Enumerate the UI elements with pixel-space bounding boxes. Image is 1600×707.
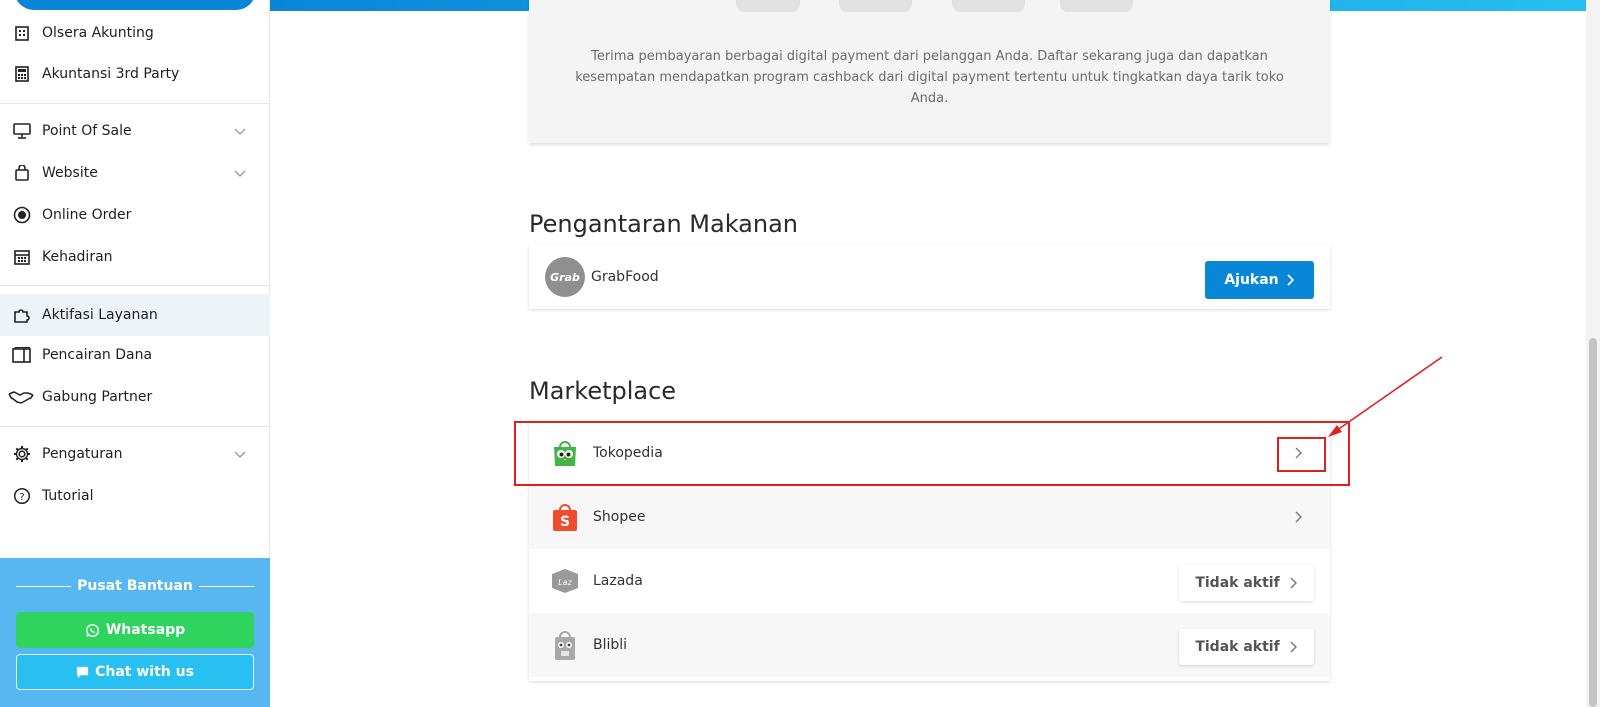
puzzle-icon bbox=[12, 305, 32, 325]
sidebar-item-label: Akuntansi 3rd Party bbox=[42, 66, 180, 82]
marketplace-row-shopee[interactable]: S Shopee bbox=[529, 485, 1330, 549]
help-circle-icon: ? bbox=[12, 486, 32, 506]
grabfood-label: GrabFood bbox=[591, 269, 659, 285]
scrollbar[interactable] bbox=[1586, 0, 1600, 707]
svg-text:Grab: Grab bbox=[550, 271, 580, 284]
lazada-label: Lazada bbox=[593, 573, 643, 589]
status-label: Tidak aktif bbox=[1195, 575, 1280, 591]
chevron-right-icon[interactable] bbox=[1290, 509, 1306, 525]
handshake-icon bbox=[8, 387, 34, 407]
annotation-highlight-tokopedia bbox=[514, 421, 1350, 486]
sidebar-item-kehadiran[interactable]: Kehadiran bbox=[0, 237, 270, 277]
help-center-panel: Pusat Bantuan Whatsapp Chat with us bbox=[0, 558, 270, 707]
svg-text:?: ? bbox=[19, 492, 24, 503]
section-title-food-delivery: Pengantaran Makanan bbox=[529, 210, 799, 238]
chat-bubble-icon bbox=[77, 666, 89, 678]
marketplace-row-blibli[interactable]: Blibli Tidak aktif bbox=[529, 613, 1330, 677]
grab-logo: Grab bbox=[545, 257, 585, 297]
sidebar-item-label: Olsera Akunting bbox=[42, 25, 154, 41]
chevron-down-icon bbox=[234, 170, 246, 177]
sidebar-item-point-of-sale[interactable]: Point Of Sale bbox=[0, 111, 270, 151]
sidebar-item-label: Website bbox=[42, 165, 98, 181]
sidebar-item-label: Online Order bbox=[42, 207, 132, 223]
shopee-label: Shopee bbox=[593, 509, 646, 525]
sidebar-item-tutorial[interactable]: ? Tutorial bbox=[0, 476, 270, 516]
sidebar-item-label: Pengaturan bbox=[42, 446, 123, 462]
whatsapp-label: Whatsapp bbox=[105, 622, 186, 638]
chat-label: Chat with us bbox=[95, 664, 194, 680]
sidebar-item-label: Kehadiran bbox=[42, 249, 113, 265]
chat-with-us-button[interactable]: Chat with us bbox=[16, 654, 254, 690]
help-center-title: Pusat Bantuan bbox=[16, 578, 255, 594]
sidebar-item-label: Gabung Partner bbox=[42, 389, 153, 405]
radio-dot-icon bbox=[12, 205, 32, 225]
payment-logo-tab bbox=[1060, 0, 1133, 12]
chevron-right-icon bbox=[1290, 641, 1297, 653]
gear-icon bbox=[12, 444, 32, 464]
grabfood-row: Grab GrabFood Ajukan bbox=[529, 245, 1330, 309]
tidak-aktif-button[interactable]: Tidak aktif bbox=[1179, 565, 1314, 601]
calendar-icon bbox=[12, 247, 32, 267]
calculator-icon bbox=[12, 64, 32, 84]
sidebar-item-label: Tutorial bbox=[42, 488, 94, 504]
ajukan-label: Ajukan bbox=[1224, 272, 1279, 288]
sidebar-item-online-order[interactable]: Online Order bbox=[0, 195, 270, 235]
annotation-arrow-icon bbox=[1328, 356, 1443, 437]
annotation-highlight-chevron bbox=[1277, 437, 1326, 472]
sidebar-item-gabung-partner[interactable]: Gabung Partner bbox=[0, 377, 270, 417]
marketplace-row-lazada[interactable]: Laz Lazada Tidak aktif bbox=[529, 549, 1330, 613]
sidebar-divider bbox=[0, 426, 270, 427]
payment-logo-tab bbox=[736, 0, 800, 12]
sidebar: Olsera Akunting Akuntansi 3rd Party Poin… bbox=[0, 0, 270, 707]
payment-logo-tab bbox=[952, 0, 1025, 12]
chevron-down-icon bbox=[234, 451, 246, 458]
svg-text:Laz: Laz bbox=[558, 578, 572, 587]
shopping-bag-icon bbox=[12, 163, 32, 183]
chevron-right-icon bbox=[1287, 274, 1294, 286]
status-label: Tidak aktif bbox=[1195, 639, 1280, 655]
blibli-label: Blibli bbox=[593, 637, 628, 653]
digital-payment-card: Terima pembayaran berbagai digital payme… bbox=[529, 0, 1330, 143]
sidebar-item-aktifasi-layanan[interactable]: Aktifasi Layanan bbox=[0, 294, 270, 336]
building-icon bbox=[12, 23, 32, 43]
whatsapp-icon bbox=[85, 623, 99, 637]
sidebar-item-label: Pencairan Dana bbox=[42, 347, 153, 363]
sidebar-item-pengaturan[interactable]: Pengaturan bbox=[0, 434, 270, 474]
lazada-logo: Laz bbox=[545, 561, 585, 601]
sidebar-item-pencairan-dana[interactable]: Pencairan Dana bbox=[0, 335, 270, 375]
sidebar-item-olsera-akunting[interactable]: Olsera Akunting bbox=[0, 13, 270, 53]
sidebar-divider bbox=[0, 285, 270, 286]
chevron-down-icon bbox=[234, 128, 246, 135]
whatsapp-button[interactable]: Whatsapp bbox=[16, 612, 254, 648]
sidebar-item-label: Point Of Sale bbox=[42, 123, 132, 139]
sidebar-item-akuntansi-3rd-party[interactable]: Akuntansi 3rd Party bbox=[0, 54, 270, 94]
payment-description: Terima pembayaran berbagai digital payme… bbox=[575, 49, 1284, 106]
tidak-aktif-button[interactable]: Tidak aktif bbox=[1179, 629, 1314, 665]
scrollbar-thumb[interactable] bbox=[1589, 338, 1597, 707]
shopee-logo: S bbox=[545, 497, 585, 537]
payment-logo-tab bbox=[839, 0, 912, 12]
sidebar-item-label: Aktifasi Layanan bbox=[42, 307, 158, 323]
chevron-right-icon bbox=[1290, 577, 1297, 589]
svg-text:S: S bbox=[560, 514, 570, 530]
ajukan-button[interactable]: Ajukan bbox=[1205, 261, 1314, 299]
monitor-icon bbox=[12, 121, 32, 141]
sidebar-top-button[interactable] bbox=[14, 0, 256, 10]
blibli-logo bbox=[545, 625, 585, 665]
sidebar-item-website[interactable]: Website bbox=[0, 153, 270, 193]
sidebar-divider bbox=[0, 103, 270, 104]
section-title-marketplace: Marketplace bbox=[529, 377, 677, 405]
wallet-icon bbox=[12, 345, 32, 365]
